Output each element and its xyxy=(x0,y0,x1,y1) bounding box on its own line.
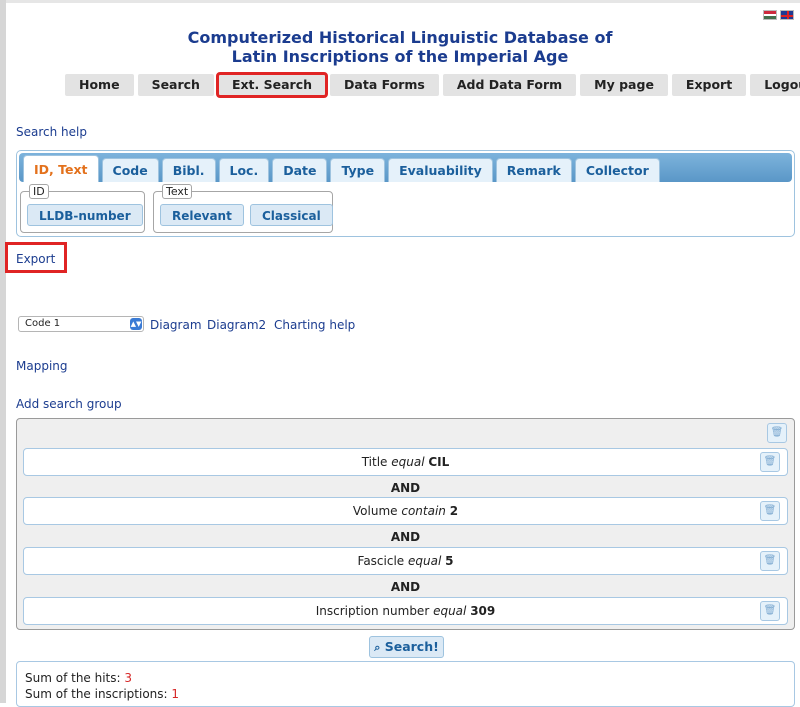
search-button-label: Search! xyxy=(384,639,439,654)
select-arrows-icon: ▲▼ xyxy=(130,318,142,330)
hungarian-flag-icon[interactable] xyxy=(763,10,777,20)
condition-row: Fascicle equal 5 xyxy=(23,547,788,575)
search-icon: ⌕ xyxy=(374,641,381,654)
relevant-button[interactable]: Relevant xyxy=(160,204,244,226)
id-fieldset-legend: ID xyxy=(29,184,49,199)
search-group: 🗑 Title equal CIL 🗑 AND Volume contain 2… xyxy=(16,418,795,630)
condition-value: 2 xyxy=(449,504,459,518)
condition-row: Inscription number equal 309 xyxy=(23,597,788,625)
delete-group-trash-icon[interactable]: 🗑 xyxy=(767,423,787,443)
site-title: Computerized Historical Linguistic Datab… xyxy=(0,28,800,66)
condition-field: Inscription number xyxy=(315,604,430,618)
site-title-line2: Latin Inscriptions of the Imperial Age xyxy=(231,47,569,66)
code-select[interactable]: Code 1 ▲▼ xyxy=(18,316,144,332)
condition-row: Title equal CIL xyxy=(23,448,788,476)
condition-operator: equal xyxy=(391,455,425,469)
and-operator-label: AND xyxy=(390,580,421,594)
tab-type[interactable]: Type xyxy=(330,158,386,182)
tab-evaluability[interactable]: Evaluability xyxy=(388,158,493,182)
nav-data-forms[interactable]: Data Forms xyxy=(330,74,439,96)
nav-add-data-form[interactable]: Add Data Form xyxy=(442,74,577,96)
hits-label: Sum of the hits: xyxy=(25,671,121,685)
lldb-number-button[interactable]: LLDB-number xyxy=(27,204,143,226)
condition-field: Fascicle xyxy=(357,554,405,568)
tab-bibl[interactable]: Bibl. xyxy=(161,158,216,182)
tab-collector[interactable]: Collector xyxy=(574,158,660,182)
site-title-line1: Computerized Historical Linguistic Datab… xyxy=(187,28,613,47)
nav-export[interactable]: Export xyxy=(671,74,747,96)
condition-value: CIL xyxy=(428,455,450,469)
inscriptions-summary: Sum of the inscriptions: 1 xyxy=(25,686,786,702)
search-criteria-tabs: ID, Text Code Bibl. Loc. Date Type Evalu… xyxy=(16,150,795,237)
condition-field: Volume xyxy=(352,504,398,518)
id-fieldset: ID LLDB-number xyxy=(20,184,145,233)
search-button[interactable]: ⌕ Search! xyxy=(369,636,444,658)
nav-logout[interactable]: Logout xyxy=(750,74,800,96)
nav-my-page[interactable]: My page xyxy=(580,74,668,96)
language-flags xyxy=(763,10,794,20)
main-nav: Home Search Ext. Search Data Forms Add D… xyxy=(65,72,800,98)
condition-operator: equal xyxy=(433,604,467,618)
text-fieldset: Text Relevant Classical xyxy=(153,184,333,233)
code-select-value: Code 1 xyxy=(25,318,61,329)
tab-id-text[interactable]: ID, Text xyxy=(23,155,99,182)
inscriptions-count: 1 xyxy=(171,687,180,701)
results-summary: Sum of the hits: 3 Sum of the inscriptio… xyxy=(16,661,795,707)
condition-value: 309 xyxy=(470,604,496,618)
charting-help-link[interactable]: Charting help xyxy=(274,318,355,332)
hits-count: 3 xyxy=(124,671,133,685)
tab-loc[interactable]: Loc. xyxy=(218,158,270,182)
tab-bar: ID, Text Code Bibl. Loc. Date Type Evalu… xyxy=(19,153,792,182)
inscriptions-label: Sum of the inscriptions: xyxy=(25,687,168,701)
window-left-edge xyxy=(0,0,6,703)
nav-ext-search[interactable]: Ext. Search xyxy=(215,72,329,98)
add-search-group-link[interactable]: Add search group xyxy=(16,397,122,411)
hits-summary: Sum of the hits: 3 xyxy=(25,670,786,686)
diagram-link[interactable]: Diagram xyxy=(150,318,202,332)
search-help-link[interactable]: Search help xyxy=(16,125,87,139)
nav-search[interactable]: Search xyxy=(137,74,214,96)
tab-code[interactable]: Code xyxy=(101,158,159,182)
english-flag-icon[interactable] xyxy=(780,10,794,20)
delete-condition-trash-icon[interactable]: 🗑 xyxy=(760,501,780,521)
delete-condition-trash-icon[interactable]: 🗑 xyxy=(760,601,780,621)
condition-row: Volume contain 2 xyxy=(23,497,788,525)
nav-home[interactable]: Home xyxy=(65,74,134,96)
and-operator-label: AND xyxy=(390,530,421,544)
tab-date[interactable]: Date xyxy=(272,158,328,182)
delete-condition-trash-icon[interactable]: 🗑 xyxy=(760,551,780,571)
condition-value: 5 xyxy=(445,554,454,568)
tab-remark[interactable]: Remark xyxy=(495,158,572,182)
export-link[interactable]: Export xyxy=(16,252,55,266)
condition-operator: contain xyxy=(401,504,446,518)
delete-condition-trash-icon[interactable]: 🗑 xyxy=(760,452,780,472)
condition-operator: equal xyxy=(408,554,442,568)
classical-button[interactable]: Classical xyxy=(250,204,333,226)
and-operator-label: AND xyxy=(390,481,421,495)
text-fieldset-legend: Text xyxy=(162,184,193,199)
condition-field: Title xyxy=(361,455,388,469)
diagram2-link[interactable]: Diagram2 xyxy=(207,318,266,332)
mapping-link[interactable]: Mapping xyxy=(16,359,68,373)
window-top-edge xyxy=(0,0,800,3)
